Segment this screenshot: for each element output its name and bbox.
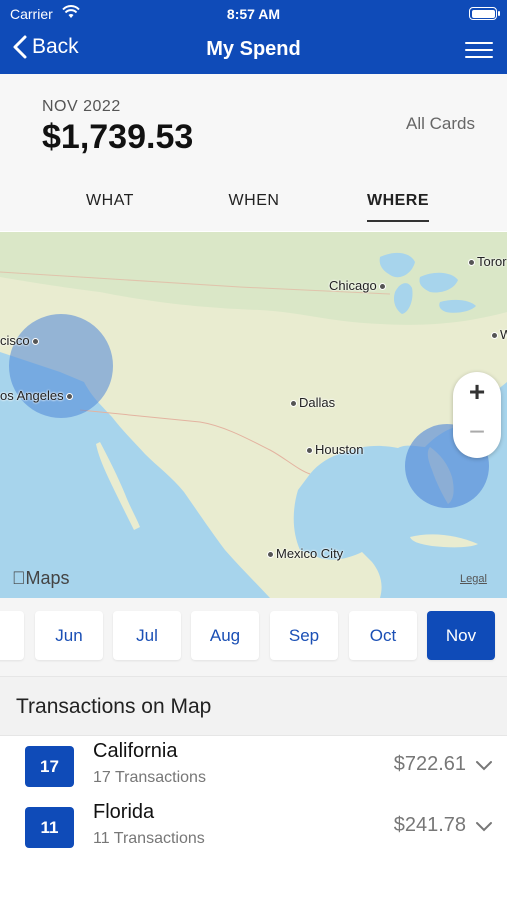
month-jun[interactable]: Jun [35, 611, 103, 660]
status-bar: Carrier 8:57 AM [0, 4, 507, 24]
view-tabs: WHAT WHEN WHERE [0, 192, 507, 222]
map-base [0, 232, 507, 598]
month-oct[interactable]: Oct [349, 611, 417, 660]
top-bar: Carrier 8:57 AM Back My Spend [0, 0, 507, 74]
battery-icon [469, 7, 500, 20]
month-may[interactable]: y [0, 611, 24, 660]
map-label-chicago: Chicago [329, 278, 386, 293]
map-label-east: W [491, 327, 507, 342]
chevron-down-icon[interactable] [475, 820, 493, 832]
month-aug[interactable]: Aug [191, 611, 259, 660]
maps-attribution-label: Maps [12, 568, 70, 588]
card-filter[interactable]: All Cards [406, 114, 475, 134]
page-title: My Spend [206, 38, 301, 60]
month-jul[interactable]: Jul [113, 611, 181, 660]
chevron-down-icon[interactable] [475, 759, 493, 771]
nav-bar: Back My Spend [0, 30, 507, 70]
apple-logo-icon:  [12, 568, 26, 588]
zoom-in-button[interactable]: + [453, 376, 501, 408]
location-name: California [93, 740, 178, 762]
legal-link[interactable]: Legal [460, 573, 487, 585]
tab-when[interactable]: WHEN [222, 192, 286, 210]
tab-what[interactable]: WHAT [78, 192, 142, 210]
location-amount: $722.61 [393, 753, 466, 775]
transaction-row-florida[interactable]: 11 Florida 11 Transactions $241.78 [0, 799, 507, 859]
transaction-count-label: 17 Transactions [93, 769, 206, 786]
location-amount: $241.78 [393, 814, 466, 836]
transaction-count-badge: 11 [25, 807, 74, 848]
spend-summary: NOV 2022 $1,739.53 All Cards WHAT WHEN W… [0, 74, 507, 231]
month-selector: y Jun Jul Aug Sep Oct Nov [0, 598, 507, 676]
total-amount: $1,739.53 [42, 118, 194, 156]
map-label-houston: Houston [306, 442, 363, 457]
month-nov[interactable]: Nov [427, 611, 495, 660]
tab-where[interactable]: WHERE [361, 192, 435, 210]
period-label: NOV 2022 [42, 98, 121, 115]
transactions-title: Transactions on Map [16, 695, 212, 718]
transaction-count-badge: 17 [25, 746, 74, 787]
transactions-header: Transactions on Map [0, 676, 507, 736]
map-label-mexico-city: Mexico City [267, 546, 343, 561]
active-tab-indicator [367, 220, 429, 222]
map-label-los-angeles: os Angeles [0, 388, 73, 403]
map-label-dallas: Dallas [290, 395, 335, 410]
zoom-control: + − [453, 372, 501, 458]
zoom-out-button[interactable]: − [453, 416, 501, 448]
transaction-count-label: 11 Transactions [93, 830, 205, 847]
hamburger-menu-icon[interactable] [465, 42, 493, 60]
map-label-san-francisco: cisco [0, 333, 39, 348]
month-sep[interactable]: Sep [270, 611, 338, 660]
clock: 8:57 AM [226, 6, 281, 22]
map-label-toronto: Toror [468, 254, 507, 269]
location-name: Florida [93, 801, 155, 823]
transaction-row-california[interactable]: 17 California 17 Transactions $722.61 [0, 738, 507, 798]
maps-attribution: Maps [12, 568, 70, 589]
spend-map[interactable]: Toror Chicago cisco os Angeles Dallas Ho… [0, 232, 507, 598]
